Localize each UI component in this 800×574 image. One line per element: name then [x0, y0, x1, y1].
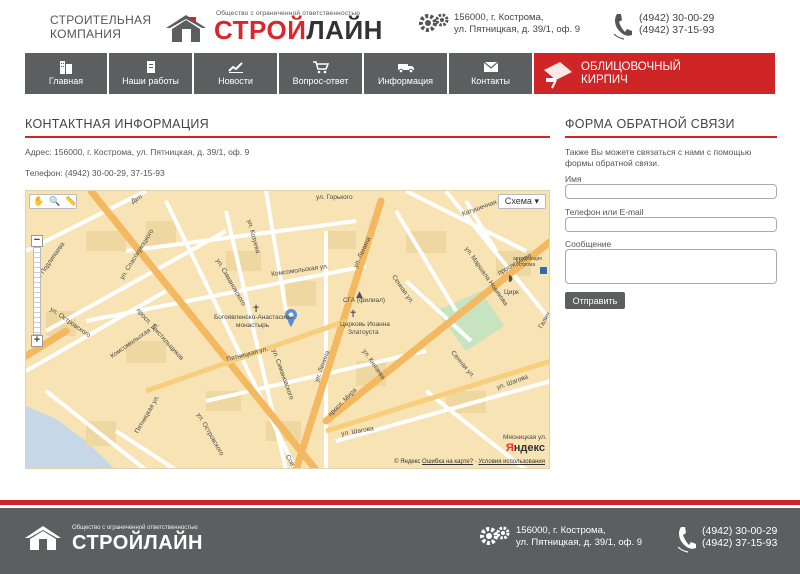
trowel-icon	[544, 62, 572, 89]
map-label: СГА (филиал)	[343, 297, 386, 304]
yandex-map[interactable]: ✝ ✝ ▲ ◗ ул. Горького Деп Катушечная ул. …	[25, 190, 550, 469]
yandex-logo-y: Я	[505, 442, 514, 454]
map-type-dropdown[interactable]: Схема ▾	[497, 194, 546, 209]
map-label: Цирк	[504, 289, 519, 296]
truck-icon	[397, 64, 414, 74]
map-label: Церковь Иоанна	[340, 321, 390, 328]
map-label: Богоявленско-Анастасиин	[214, 314, 293, 321]
hand-icon[interactable]: ✋	[33, 196, 44, 207]
house-icon	[25, 526, 61, 550]
footer-phone2[interactable]: (4942) 37-15-93	[702, 537, 777, 549]
magnifier-icon[interactable]: 🔍	[49, 196, 60, 207]
name-input[interactable]	[565, 184, 777, 199]
footer-logo-text[interactable]: СТРОЙЛАЙН	[72, 532, 203, 555]
nav-label: Вопрос-ответ	[292, 76, 349, 86]
message-label: Сообщение	[565, 239, 612, 249]
chevron-down-icon: ▾	[534, 196, 539, 206]
form-title-divider	[565, 136, 777, 138]
map-label: монастырь	[236, 322, 270, 329]
map-label: Кострома	[513, 262, 536, 268]
contacts-phone: Телефон: (4942) 30-00-29, 37-15-93	[25, 168, 165, 178]
footer-stripe	[0, 500, 800, 505]
nav-item-faq[interactable]: Вопрос-ответ	[279, 53, 362, 94]
map-label: Златоуста	[348, 329, 379, 336]
nav-label: Наши работы	[122, 76, 179, 86]
nav-special-line2: кирпич	[581, 74, 628, 86]
map-terms-link[interactable]: Условия использования	[478, 459, 545, 465]
tagline-line1: Строительная	[50, 13, 152, 27]
header-phone2[interactable]: (4942) 37-15-93	[639, 24, 714, 36]
tagline-line2: компания	[50, 27, 122, 41]
message-textarea[interactable]	[565, 249, 777, 284]
map-error-link[interactable]: Ошибка на карте?	[422, 459, 473, 465]
main-nav: Главная Наши работы Новости Вопрос-ответ…	[25, 53, 775, 94]
nav-label: Контакты	[471, 76, 510, 86]
site-logo[interactable]: Общество с ограниченной ответственностью…	[166, 10, 383, 44]
yandex-logo-rest: ндекс	[513, 442, 545, 454]
phone-icon	[613, 14, 632, 40]
header-phones: (4942) 30-00-29 (4942) 37-15-93	[612, 12, 714, 45]
company-tagline: Строительная компания	[50, 13, 151, 41]
phone-icon	[677, 527, 696, 553]
contact-input[interactable]	[565, 217, 777, 232]
ruler-icon[interactable]: 📏	[65, 196, 76, 207]
form-title: Форма обратной связи	[565, 117, 735, 131]
nav-item-facing-brick[interactable]: Облицовочный кирпич	[534, 53, 775, 94]
envelope-icon	[483, 61, 498, 72]
building-icon	[60, 61, 72, 74]
map-label: Мясницкая ул.	[503, 434, 547, 441]
contacts-title: Контактная информация	[25, 117, 209, 131]
contacts-address: Адрес: 156000, г. Кострома, ул. Пятницка…	[25, 147, 250, 157]
house-icon	[166, 15, 206, 42]
nav-item-news[interactable]: Новости	[194, 53, 277, 94]
nav-item-contacts[interactable]: Контакты	[449, 53, 532, 94]
nav-special-line1: Облицовочный	[581, 61, 681, 73]
nav-label: Новости	[218, 76, 253, 86]
map-label: ул. Горького	[316, 194, 353, 201]
header-address: 156000, г. Кострома, ул. Пятницкая, д. 3…	[418, 12, 580, 39]
contacts-title-divider	[25, 136, 550, 138]
map-canvas[interactable]: ✝ ✝ ▲ ◗	[26, 191, 550, 469]
nav-label: Информация	[377, 76, 434, 86]
yandex-logo: Яндекс	[506, 442, 545, 454]
document-icon	[146, 61, 155, 73]
zoom-slider[interactable]	[33, 247, 41, 335]
map-zoom-control: − +	[31, 235, 43, 347]
contact-label: Телефон или E-mail	[565, 207, 644, 217]
map-attribution: © Яндекс Ошибка на карте? · Условия испо…	[394, 459, 545, 465]
map-type-label: Схема	[504, 196, 532, 206]
nav-item-home[interactable]: Главная	[25, 53, 107, 94]
logo-part1: СТРОЙ	[214, 15, 307, 45]
submit-button[interactable]: Отправить	[565, 292, 625, 309]
nav-item-info[interactable]: Информация	[364, 53, 447, 94]
nav-item-works[interactable]: Наши работы	[109, 53, 192, 94]
form-intro: Также Вы можете связаться с нами с помощ…	[565, 147, 752, 168]
chart-icon	[227, 62, 243, 73]
header-address-line2: ул. Пятницкая, д. 39/1, оф. 9	[454, 24, 581, 35]
footer-logo-subtitle: Общество с ограниченной ответственностью	[72, 525, 198, 531]
map-copyright: © Яндекс	[394, 459, 421, 465]
site-header: Строительная компания Общество с огранич…	[0, 0, 800, 52]
header-phone1[interactable]: (4942) 30-00-29	[639, 12, 714, 24]
zoom-in-button[interactable]: +	[31, 335, 43, 347]
footer-phone1[interactable]: (4942) 30-00-29	[702, 525, 777, 537]
logo-part2: ЛАЙН	[306, 15, 383, 45]
gears-icon	[419, 13, 449, 32]
site-footer: Общество с ограниченной ответственностью…	[0, 508, 800, 574]
zoom-out-button[interactable]: −	[31, 235, 43, 247]
gears-icon	[480, 526, 510, 545]
cart-icon	[312, 61, 329, 74]
footer-address-line2: ул. Пятницкая, д. 39/1, оф. 9	[516, 537, 643, 548]
svg-text:✝: ✝	[349, 309, 357, 320]
header-address-line1: 156000, г. Кострома,	[454, 12, 544, 23]
footer-address-line1: 156000, г. Кострома,	[516, 525, 606, 536]
svg-text:◗: ◗	[508, 274, 513, 284]
name-label: Имя	[565, 174, 582, 184]
map-tools: ✋ 🔍 📏	[29, 194, 77, 209]
logo-text: СТРОЙЛАЙН	[214, 17, 383, 44]
nav-label: Главная	[48, 76, 84, 86]
